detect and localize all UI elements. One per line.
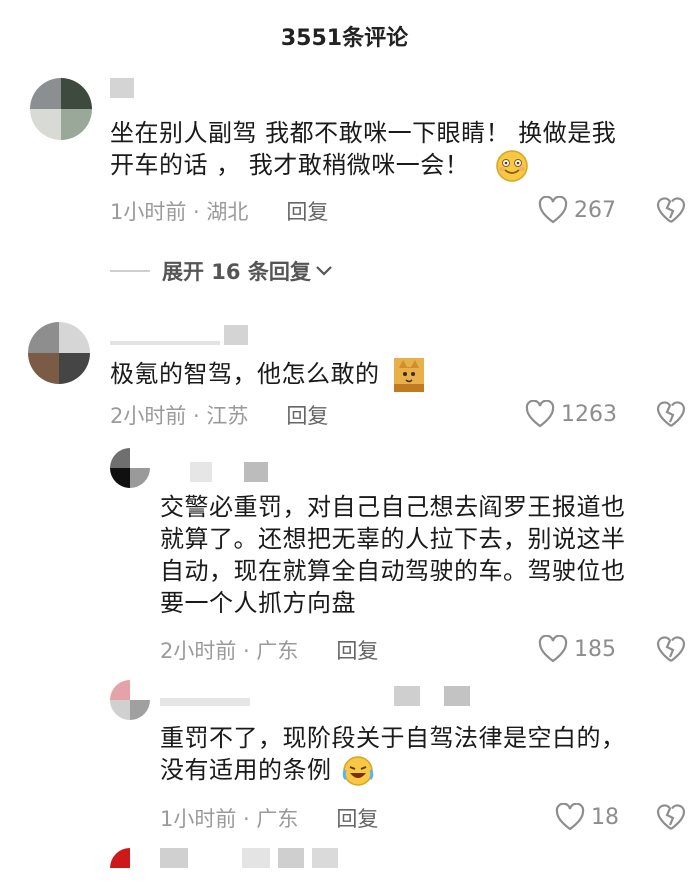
avatar[interactable] bbox=[110, 848, 150, 888]
avatar[interactable] bbox=[30, 78, 92, 140]
comment-text: 极氪的智驾，他怎么敢的 bbox=[110, 358, 424, 392]
avatar[interactable] bbox=[28, 322, 90, 384]
broken-heart-icon[interactable] bbox=[655, 803, 687, 831]
heart-icon bbox=[538, 196, 568, 224]
like-count: 1263 bbox=[561, 401, 617, 427]
comment-line-text: 没有适用的条例 bbox=[160, 756, 332, 784]
comment-text: 重罚不了，现阶段关于自驾法律是空白的， 没有适用的条例 bbox=[160, 722, 626, 787]
username-blurred[interactable] bbox=[110, 325, 248, 345]
username-blurred[interactable] bbox=[110, 78, 134, 98]
like-count: 18 bbox=[591, 804, 619, 830]
like-count: 185 bbox=[574, 636, 616, 662]
avatar[interactable] bbox=[110, 680, 150, 720]
heart-icon bbox=[525, 400, 555, 428]
comment-meta: 1小时前 · 广东 回复 bbox=[160, 803, 378, 833]
comment-line: 重罚不了，现阶段关于自驾法律是空白的， bbox=[160, 724, 626, 752]
smile-emoji bbox=[496, 150, 529, 182]
comment-meta: 2小时前 · 江苏 回复 bbox=[110, 400, 328, 430]
like-button[interactable]: 1263 bbox=[525, 400, 617, 428]
timestamp-location: 2小时前 · 广东 bbox=[160, 639, 299, 663]
comment-line: 交警必重罚，对自己自己想去阎罗王报道也 bbox=[160, 493, 626, 521]
divider bbox=[110, 270, 150, 272]
comment-count-title: 3551条评论 bbox=[280, 26, 409, 51]
reply-button[interactable]: 回复 bbox=[286, 400, 328, 430]
comments-header: 3551条评论 bbox=[0, 0, 689, 72]
reply-button[interactable]: 回复 bbox=[336, 803, 378, 833]
comment-meta: 1小时前 · 湖北 回复 bbox=[110, 196, 328, 226]
comment-line: 自动，现在就算全自动驾驶的车。驾驶位也 bbox=[160, 557, 626, 585]
comment-text: 交警必重罚，对自己自己想去阎罗王报道也 就算了。还想把无辜的人拉下去，别说这半 … bbox=[160, 491, 626, 619]
avatar[interactable] bbox=[110, 448, 150, 488]
heart-icon bbox=[555, 803, 585, 831]
like-count: 267 bbox=[574, 197, 616, 223]
timestamp-location: 1小时前 · 湖北 bbox=[110, 200, 249, 224]
reply-button[interactable]: 回复 bbox=[336, 635, 378, 665]
heart-icon bbox=[538, 635, 568, 663]
username-blurred[interactable] bbox=[160, 686, 470, 706]
broken-heart-icon[interactable] bbox=[655, 635, 687, 663]
comment-meta: 2小时前 · 广东 回复 bbox=[160, 635, 378, 665]
comment-line-text: 极氪的智驾，他怎么敢的 bbox=[110, 360, 380, 388]
comment-text: 坐在别人副驾 我都不敢咪一下眼睛！ 换做是我 开车的话 ， 我才敢稍微咪一会！ bbox=[110, 117, 616, 183]
like-button[interactable]: 18 bbox=[555, 803, 619, 831]
comment-line: 就算了。还想把无辜的人拉下去，别说这半 bbox=[160, 525, 626, 553]
broken-heart-icon[interactable] bbox=[655, 400, 687, 428]
comment-line: 极氪的智驾，他怎么敢的 bbox=[110, 358, 424, 392]
timestamp-location: 2小时前 · 江苏 bbox=[110, 404, 249, 428]
username-blurred[interactable] bbox=[160, 848, 338, 868]
expand-replies-button[interactable]: 展开 16 条回复 bbox=[110, 256, 333, 286]
cat-sticker bbox=[393, 358, 424, 392]
comment-line-text: 开车的话 ， 我才敢稍微咪一会！ bbox=[110, 151, 470, 179]
broken-heart-icon[interactable] bbox=[655, 196, 687, 224]
username-blurred[interactable] bbox=[190, 462, 268, 482]
comment-line: 开车的话 ， 我才敢稍微咪一会！ bbox=[110, 149, 616, 183]
reply-button[interactable]: 回复 bbox=[286, 196, 328, 226]
expand-replies-label: 展开 16 条回复 bbox=[162, 260, 311, 284]
like-button[interactable]: 267 bbox=[538, 196, 616, 224]
comment-line: 没有适用的条例 bbox=[160, 754, 626, 787]
timestamp-location: 1小时前 · 广东 bbox=[160, 807, 299, 831]
comment-line: 坐在别人副驾 我都不敢咪一下眼睛！ 换做是我 bbox=[110, 119, 617, 147]
like-button[interactable]: 185 bbox=[538, 635, 616, 663]
chevron-down-icon bbox=[316, 266, 332, 276]
comment-line: 要一个人抓方向盘 bbox=[160, 589, 356, 617]
laugh-cry-emoji bbox=[342, 756, 373, 786]
